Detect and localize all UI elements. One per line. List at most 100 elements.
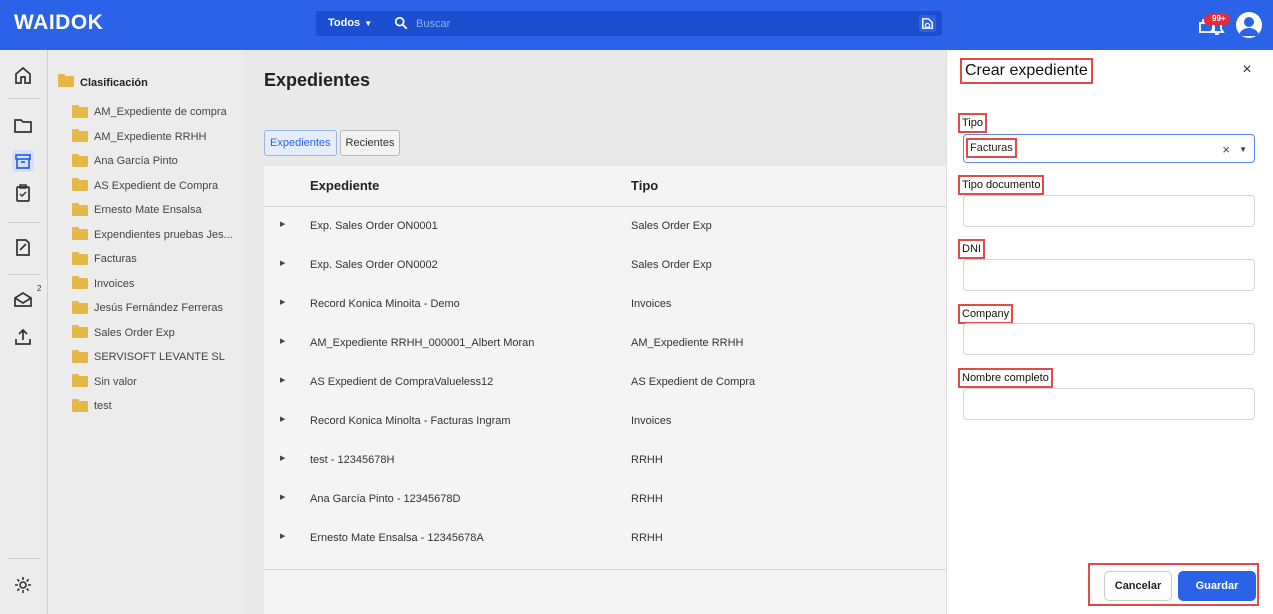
expand-arrow-icon[interactable]: ▶: [280, 376, 285, 384]
tree-item[interactable]: SERVISOFT LEVANTE SL: [72, 345, 233, 370]
notifications-badge: 99+: [1208, 13, 1230, 25]
expedientes-table: Expediente Tipo ▶ Exp. Sales Order ON0001…: [264, 166, 946, 614]
cell-tipo: AS Expedient de Compra: [631, 376, 756, 388]
folder-icon: [72, 227, 88, 241]
cell-tipo: RRHH: [631, 454, 663, 466]
tab-expedientes[interactable]: Expedientes: [264, 130, 337, 156]
folder-icon: [72, 178, 88, 192]
settings-icon[interactable]: [12, 574, 34, 596]
cell-expediente: Exp. Sales Order ON0002: [310, 259, 438, 271]
folder-icon: [72, 349, 88, 363]
tree-item[interactable]: Sales Order Exp: [72, 321, 233, 346]
expand-arrow-icon[interactable]: ▶: [280, 337, 285, 345]
tree-item[interactable]: Invoices: [72, 272, 233, 297]
tree-item[interactable]: Ana García Pinto: [72, 149, 233, 174]
column-header-tipo[interactable]: Tipo: [631, 166, 658, 206]
table-row[interactable]: ▶ Record Konica Minoita - Demo Invoices: [264, 285, 946, 324]
tipo-documento-field[interactable]: [963, 195, 1255, 227]
cell-expediente: Ernesto Mate Ensalsa - 12345678A: [310, 532, 484, 544]
cell-tipo: Invoices: [631, 415, 672, 427]
tree-item[interactable]: Expendientes pruebas Jes...: [72, 223, 233, 248]
dni-label: DNI: [958, 239, 985, 259]
folder-icon: [72, 300, 88, 314]
tipo-select[interactable]: Facturas × ▼: [963, 134, 1255, 163]
tree-item-label: Sin valor: [94, 375, 137, 388]
clear-icon[interactable]: ×: [1222, 142, 1230, 157]
tree-item-label: Sales Order Exp: [94, 326, 175, 339]
cell-tipo: Invoices: [631, 298, 672, 310]
tree-item-label: AS Expedient de Compra: [94, 179, 219, 192]
folder-icon: [72, 276, 88, 290]
caret-down-icon: ▼: [364, 19, 373, 28]
cell-tipo: Sales Order Exp: [631, 259, 712, 271]
global-search: Todos ▼: [316, 11, 942, 36]
folder-icon: [58, 74, 74, 87]
save-button[interactable]: Guardar: [1178, 571, 1256, 601]
tree-item[interactable]: Sin valor: [72, 370, 233, 395]
expand-arrow-icon[interactable]: ▶: [280, 220, 285, 228]
tree-item-label: Expendientes pruebas Jes...: [94, 228, 233, 241]
folder-icon: [72, 104, 88, 118]
folder-icon: [72, 374, 88, 388]
advanced-search-icon[interactable]: [919, 15, 936, 32]
tree-item-label: SERVISOFT LEVANTE SL: [94, 351, 225, 364]
tipo-label: Tipo: [958, 113, 987, 133]
company-field[interactable]: [963, 323, 1255, 355]
signature-icon[interactable]: [12, 236, 34, 258]
search-input[interactable]: [416, 15, 896, 32]
table-row[interactable]: ▶ Record Konica Minolta - Facturas Ingram…: [264, 402, 946, 441]
top-bar: WAIDOK Todos▼ 2 99+: [0, 0, 1273, 50]
table-row[interactable]: ▶ AM_Expediente RRHH_000001_Albert Moran A…: [264, 324, 946, 363]
clipboard-icon[interactable]: [12, 182, 34, 204]
cell-tipo: RRHH: [631, 532, 663, 544]
app-logo[interactable]: WAIDOK: [14, 11, 103, 35]
folder-icon[interactable]: [12, 114, 34, 136]
cell-expediente: AS Expedient de CompraValueless12: [310, 376, 494, 388]
nombre-completo-field[interactable]: [963, 388, 1255, 420]
archive-icon[interactable]: [12, 150, 34, 172]
tree-item-label: Ana García Pinto: [94, 155, 178, 168]
home-icon[interactable]: [12, 64, 34, 86]
expand-arrow-icon[interactable]: ▶: [280, 454, 285, 462]
search-scope-dropdown[interactable]: Todos ▼: [316, 11, 382, 36]
tipo-documento-label: Tipo documento: [958, 175, 1045, 195]
cell-tipo: Sales Order Exp: [631, 220, 712, 232]
column-header-expediente[interactable]: Expediente: [310, 166, 379, 206]
tree-root[interactable]: Clasificación: [58, 74, 148, 89]
search-icon: [394, 16, 408, 30]
tab-bar: Expedientes Recientes: [264, 130, 401, 156]
user-avatar[interactable]: [1236, 12, 1262, 38]
expand-arrow-icon[interactable]: ▶: [280, 259, 285, 267]
tree-item[interactable]: AS Expedient de Compra: [72, 174, 233, 199]
tree-item[interactable]: Ernesto Mate Ensalsa: [72, 198, 233, 223]
table-row[interactable]: ▶ Ernesto Mate Ensalsa - 12345678A RRHH: [264, 519, 946, 558]
cell-tipo: RRHH: [631, 493, 663, 505]
table-row[interactable]: ▶ Exp. Sales Order ON0001 Sales Order Exp: [264, 207, 946, 246]
tree-item-label: Invoices: [94, 277, 135, 290]
tree-item[interactable]: Facturas: [72, 247, 233, 272]
cancel-button[interactable]: Cancelar: [1104, 571, 1172, 601]
table-row[interactable]: ▶ Ana García Pinto - 12345678D RRHH: [264, 480, 946, 519]
caret-down-icon[interactable]: ▼: [1239, 145, 1247, 154]
expand-arrow-icon[interactable]: ▶: [280, 532, 285, 540]
expand-arrow-icon[interactable]: ▶: [280, 298, 285, 306]
folder-icon: [72, 251, 88, 265]
upload-icon[interactable]: [12, 326, 34, 348]
tree-item[interactable]: AM_Expediente de compra: [72, 100, 233, 125]
folder-icon: [72, 202, 88, 216]
tab-recientes[interactable]: Recientes: [339, 130, 401, 156]
folder-icon: [72, 129, 88, 143]
close-icon[interactable]: ×: [1240, 62, 1254, 78]
tree-item[interactable]: test: [72, 394, 233, 419]
table-row[interactable]: ▶ Exp. Sales Order ON0002 Sales Order Exp: [264, 246, 946, 285]
expand-arrow-icon[interactable]: ▶: [280, 493, 285, 501]
tree-item[interactable]: AM_Expediente RRHH: [72, 125, 233, 150]
dni-field[interactable]: [963, 259, 1255, 291]
cell-tipo: AM_Expediente RRHH: [631, 337, 744, 349]
table-row[interactable]: ▶ AS Expedient de CompraValueless12 AS Exp…: [264, 363, 946, 402]
cell-expediente: Record Konica Minoita - Demo: [310, 298, 460, 310]
expand-arrow-icon[interactable]: ▶: [280, 415, 285, 423]
table-row[interactable]: ▶ test - 12345678H RRHH: [264, 441, 946, 480]
mail-icon[interactable]: [12, 288, 34, 310]
tree-item[interactable]: Jesús Fernández Ferreras: [72, 296, 233, 321]
